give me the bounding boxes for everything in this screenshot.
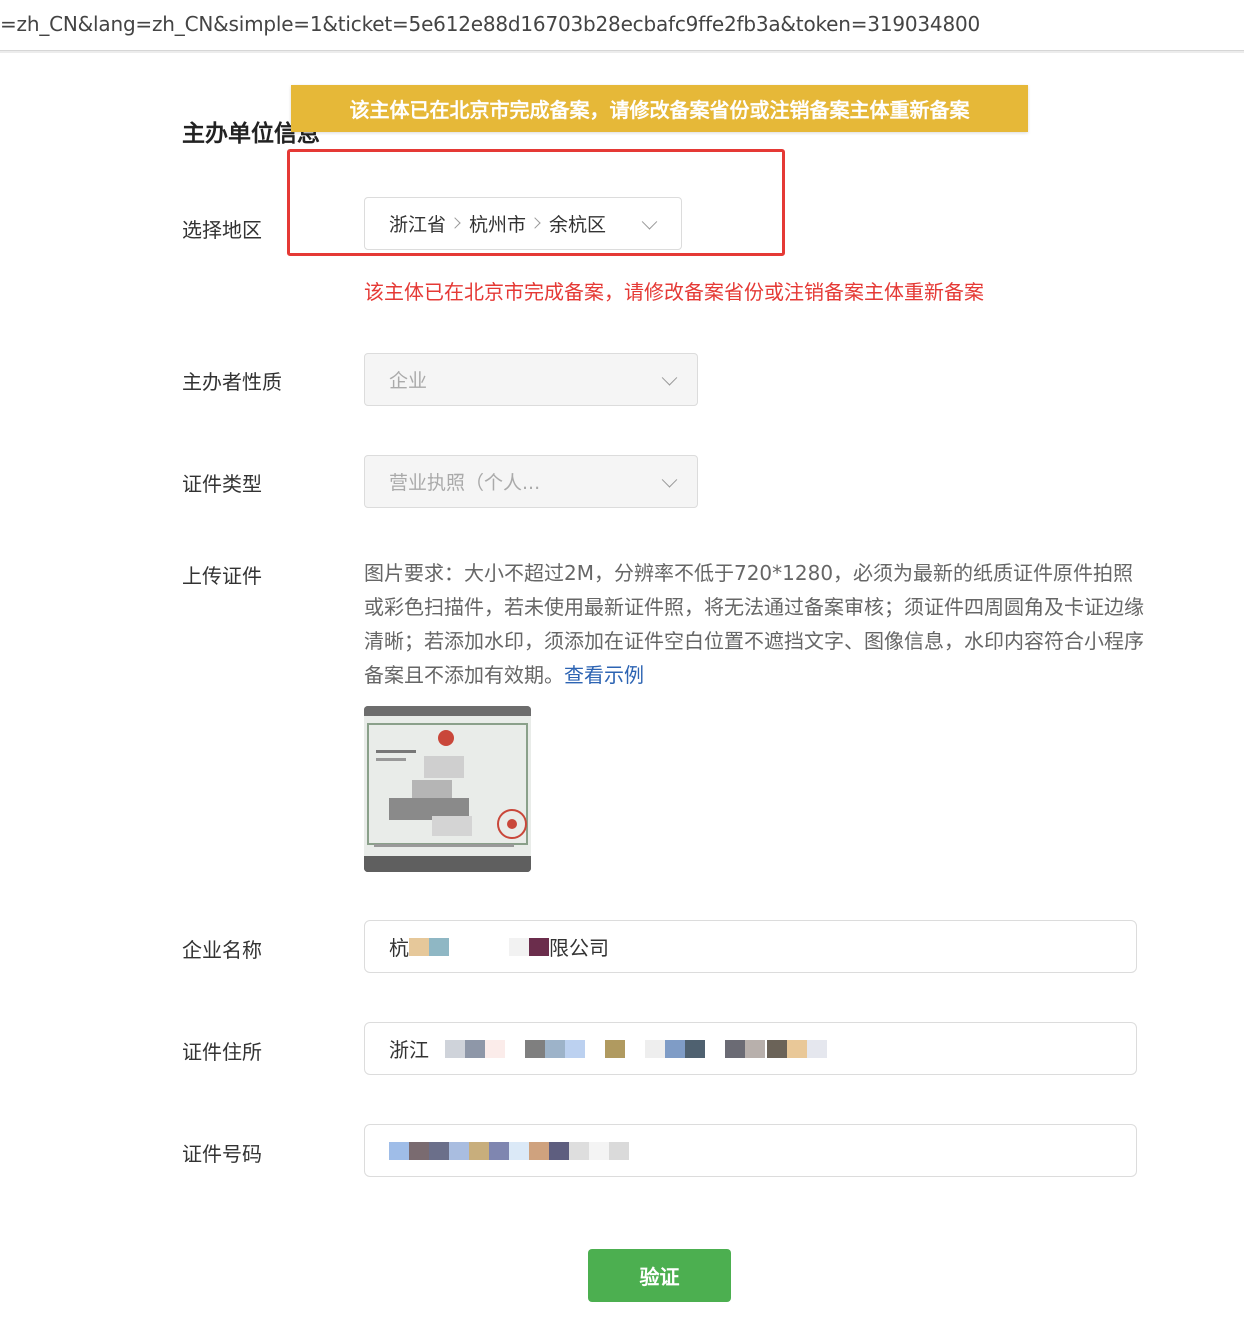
redacted-block [389,1141,409,1160]
redacted-block [767,1039,787,1058]
view-example-link[interactable]: 查看示例 [564,663,644,687]
redacted-block [449,1141,469,1160]
redacted-block [609,1141,629,1160]
redacted-block [429,937,449,956]
redacted-block [787,1039,807,1058]
upload-label: 上传证件 [182,564,262,588]
redacted-block [465,1039,485,1058]
region-city: 杭州市 [469,214,527,236]
cert-number-input[interactable] [364,1124,1137,1177]
chevron-right-icon [529,216,541,229]
region-province: 浙江省 [389,214,447,236]
redacted-block [429,1141,449,1160]
redacted-block [445,1039,465,1058]
redacted-block [525,1039,545,1058]
region-label: 选择地区 [182,218,262,242]
redacted-block [449,937,509,956]
redacted-block [745,1039,765,1058]
redacted-block [509,937,529,956]
redacted-block [685,1039,705,1058]
redacted-block [665,1039,685,1058]
redacted-block [485,1039,505,1058]
redacted-block [529,937,549,956]
company-name-input[interactable]: 杭 限公司 [364,920,1137,973]
region-error-message: 该主体已在北京市完成备案，请修改备案省份或注销备案主体重新备案 [364,280,984,304]
certificate-photo-icon [364,706,531,872]
company-name-prefix: 杭 [389,936,409,960]
redacted-block [807,1039,827,1058]
company-name-label: 企业名称 [182,938,262,962]
redacted-block [489,1141,509,1160]
cert-address-label: 证件住所 [182,1040,262,1064]
url-text[interactable]: =zh_CN&lang=zh_CN&simple=1&ticket=5e612e… [0,12,980,36]
chevron-down-icon [641,213,658,230]
redacted-block [549,1141,569,1160]
organizer-type-value: 企业 [389,370,428,392]
region-district: 余杭区 [549,214,607,236]
upload-requirements-text: 图片要求：大小不超过2M，分辨率不低于720*1280，必须为最新的纸质证件原件… [364,561,1144,687]
redacted-block [645,1039,665,1058]
redacted-block [409,1141,429,1160]
cert-number-label: 证件号码 [182,1142,262,1166]
warning-toast: 该主体已在北京市完成备案，请修改备案省份或注销备案主体重新备案 [291,85,1028,132]
cert-address-prefix: 浙江 [389,1038,429,1062]
redacted-block [509,1141,529,1160]
redacted-block [589,1141,609,1160]
redacted-block [545,1039,565,1058]
upload-requirements: 图片要求：大小不超过2M，分辨率不低于720*1280，必须为最新的纸质证件原件… [364,556,1144,692]
redacted-block [569,1141,589,1160]
redacted-block [469,1141,489,1160]
region-select[interactable]: 浙江省 杭州市 余杭区 [364,197,682,250]
cert-type-label: 证件类型 [182,472,262,496]
browser-url-bar[interactable]: =zh_CN&lang=zh_CN&simple=1&ticket=5e612e… [0,0,1244,51]
chevron-right-icon [449,216,461,229]
redacted-block [565,1039,585,1058]
organizer-type-select[interactable]: 企业 [364,353,698,406]
organizer-type-label: 主办者性质 [182,370,282,394]
uploaded-certificate-thumbnail[interactable] [364,706,531,872]
cert-type-value: 营业执照（个人... [389,472,541,494]
redacted-block [529,1141,549,1160]
cert-type-select[interactable]: 营业执照（个人... [364,455,698,508]
chevron-down-icon [661,471,678,488]
redacted-block [605,1039,625,1058]
cert-address-input[interactable]: 浙江 [364,1022,1137,1075]
chevron-down-icon [661,369,678,386]
verify-button[interactable]: 验证 [588,1249,731,1302]
company-name-suffix: 限公司 [549,936,609,960]
redacted-block [725,1039,745,1058]
redacted-block [409,937,429,956]
